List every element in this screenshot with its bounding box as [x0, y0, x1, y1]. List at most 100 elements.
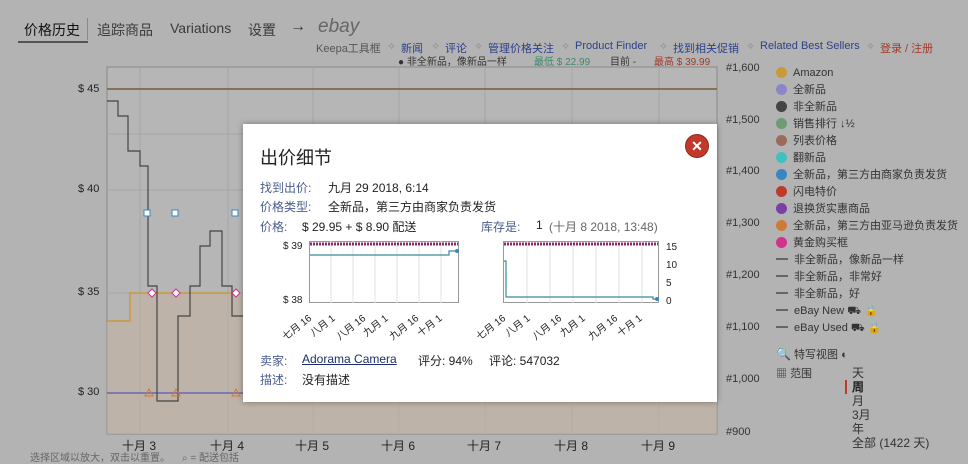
legend-item-label: 退换货实惠商品: [793, 203, 870, 215]
x-axis-label: 十月 6: [381, 439, 416, 453]
price-label: 价格:: [260, 220, 288, 234]
mini-chart-x-label: 九月 1: [361, 313, 391, 340]
mini-chart-x-label: 十月 1: [415, 313, 445, 340]
diamond-icon: ✧: [746, 41, 756, 53]
legend-item[interactable]: 全新品，第三方由商家负责发货: [776, 167, 947, 183]
diamond-icon: ✧: [866, 41, 876, 53]
price-type-label: 价格类型:: [260, 200, 312, 214]
active-tab-underline: [18, 41, 88, 43]
legend-item-label: 翻新品: [793, 152, 826, 164]
legend-item[interactable]: 非全新品，非常好: [776, 269, 882, 285]
rank-axis-label: #1,400: [726, 165, 760, 177]
stock-y-label: 0: [666, 296, 672, 307]
legend-item-label: 非全新品，像新品一样: [794, 254, 904, 266]
legend-item[interactable]: 非全新品，好: [776, 286, 860, 302]
legend-item[interactable]: 列表价格: [776, 133, 837, 149]
seller-reviews: 评论: 547032: [489, 354, 560, 368]
rank-axis-label: #1,200: [726, 269, 760, 281]
x-axis-label: 十月 5: [295, 439, 330, 453]
offer-details-dialog: 出价细节 ✕ 找到出价: 九月 29 2018, 6:14 价格类型: 全新品，…: [243, 124, 717, 402]
rank-axis-label: #1,000: [726, 373, 760, 385]
legend-item[interactable]: 全新品: [776, 82, 826, 98]
legend-item[interactable]: Amazon: [776, 65, 833, 81]
stock-y-label: 10: [666, 260, 678, 271]
legend-item[interactable]: 闪电特价: [776, 184, 837, 200]
mini-chart-y-max: $ 39: [283, 241, 303, 252]
shipping-hint: ⌕ = 配送包括: [182, 453, 239, 464]
legend-dot-icon: [776, 237, 787, 248]
legend-item-label: 黄金购买框: [793, 237, 848, 249]
legend-item[interactable]: 翻新品: [776, 150, 826, 166]
ebay-logo[interactable]: ebay: [318, 16, 359, 38]
legend-dot-icon: [776, 169, 787, 180]
legend-item-label: 全新品: [793, 84, 826, 96]
tab-tracking[interactable]: 追踪商品: [97, 20, 153, 40]
legend-item[interactable]: 全新品，第三方由亚马逊负责发货: [776, 218, 958, 234]
range-3-months[interactable]: 3月: [852, 408, 871, 422]
rank-axis-label: #1,600: [726, 62, 760, 74]
legend-dash-icon: [776, 292, 788, 294]
login-link[interactable]: 登录 / 注册: [880, 40, 933, 56]
zoom-hint: 选择区域以放大，双击以重置。: [30, 453, 170, 464]
product-finder-link[interactable]: Product Finder: [575, 40, 647, 52]
legend-item-label: 非全新品: [793, 101, 837, 113]
seller-link[interactable]: Adorama Camera: [302, 352, 397, 366]
range-label: ▦ 范围: [776, 368, 813, 380]
legend-item[interactable]: 黄金购买框: [776, 235, 848, 251]
legend-item-label: 销售排行 ↓½: [793, 118, 855, 130]
legend-item[interactable]: 销售排行 ↓½: [776, 116, 855, 132]
mini-chart-x-label: 八月 1: [308, 313, 338, 340]
legend-dash-icon: [776, 326, 788, 328]
stock-x-label: 九月 1: [558, 313, 588, 340]
stock-mini-chart: [503, 241, 659, 303]
close-up-toggle[interactable]: 🔍 特写视图 ◐: [776, 346, 848, 362]
tab-variations[interactable]: Variations: [170, 20, 231, 36]
y-axis-label: $ 30: [78, 386, 100, 398]
top-navigation: 价格历史 追踪商品 Variations 设置 → ebay Keepa工具框 …: [0, 0, 968, 68]
legend-item-label: eBay Used ⛟ 🔒: [794, 322, 882, 334]
legend-dot-icon: [776, 118, 787, 129]
legend-item[interactable]: eBay Used ⛟ 🔒: [776, 320, 881, 336]
y-axis-label: $ 40: [78, 183, 100, 195]
price-type-value: 全新品，第三方由商家负责发货: [328, 200, 497, 214]
arrow-icon: →: [290, 18, 306, 35]
legend-item-label: 非全新品，非常好: [794, 271, 882, 283]
range-active-marker: [845, 380, 847, 394]
tab-price-history[interactable]: 价格历史: [24, 20, 80, 40]
legend-dot-icon: [776, 67, 787, 78]
close-icon: ✕: [691, 138, 703, 154]
legend-dash-icon: [776, 309, 788, 311]
stock-x-label: 八月 1: [503, 313, 533, 340]
legend-item-label: 非全新品，好: [794, 288, 860, 300]
legend-item[interactable]: 退换货实惠商品: [776, 201, 870, 217]
x-axis-label: 十月 7: [467, 439, 502, 453]
legend-item-label: Amazon: [793, 67, 834, 79]
price-value: $ 29.95 + $ 8.90 配送: [302, 220, 417, 234]
rank-axis-label: #1,100: [726, 321, 760, 333]
legend-item[interactable]: 非全新品，像新品一样: [776, 252, 904, 268]
range-week[interactable]: 周: [852, 380, 864, 394]
diamond-icon: ✧: [659, 41, 669, 53]
diamond-icon: ✧: [474, 41, 484, 53]
rank-axis-label: #1,500: [726, 114, 760, 126]
diamond-icon: ✧: [561, 41, 571, 53]
best-sellers-link[interactable]: Related Best Sellers: [760, 40, 860, 52]
rank-axis-label: #900: [726, 426, 751, 438]
description-value: 没有描述: [302, 373, 351, 387]
tab-settings[interactable]: 设置: [248, 20, 276, 40]
legend-item[interactable]: eBay New ⛟ 🔒: [776, 303, 878, 319]
stock-value: 1: [536, 218, 543, 232]
legend-dot-icon: [776, 84, 787, 95]
legend-item-label: 全新品，第三方由亚马逊负责发货: [793, 220, 958, 232]
range-all[interactable]: 全部 (1422 天): [852, 436, 929, 450]
legend-dot-icon: [776, 220, 787, 231]
keepa-toolbox-link[interactable]: Keepa工具框: [316, 40, 381, 56]
description-label: 描述:: [260, 373, 288, 387]
legend-dot-icon: [776, 152, 787, 163]
range-day[interactable]: 天: [852, 366, 864, 380]
range-year[interactable]: 年: [852, 422, 864, 436]
close-button[interactable]: ✕: [685, 134, 709, 158]
legend-item[interactable]: 非全新品: [776, 99, 837, 115]
range-month[interactable]: 月: [852, 394, 864, 408]
y-axis-label: $ 35: [78, 286, 100, 298]
